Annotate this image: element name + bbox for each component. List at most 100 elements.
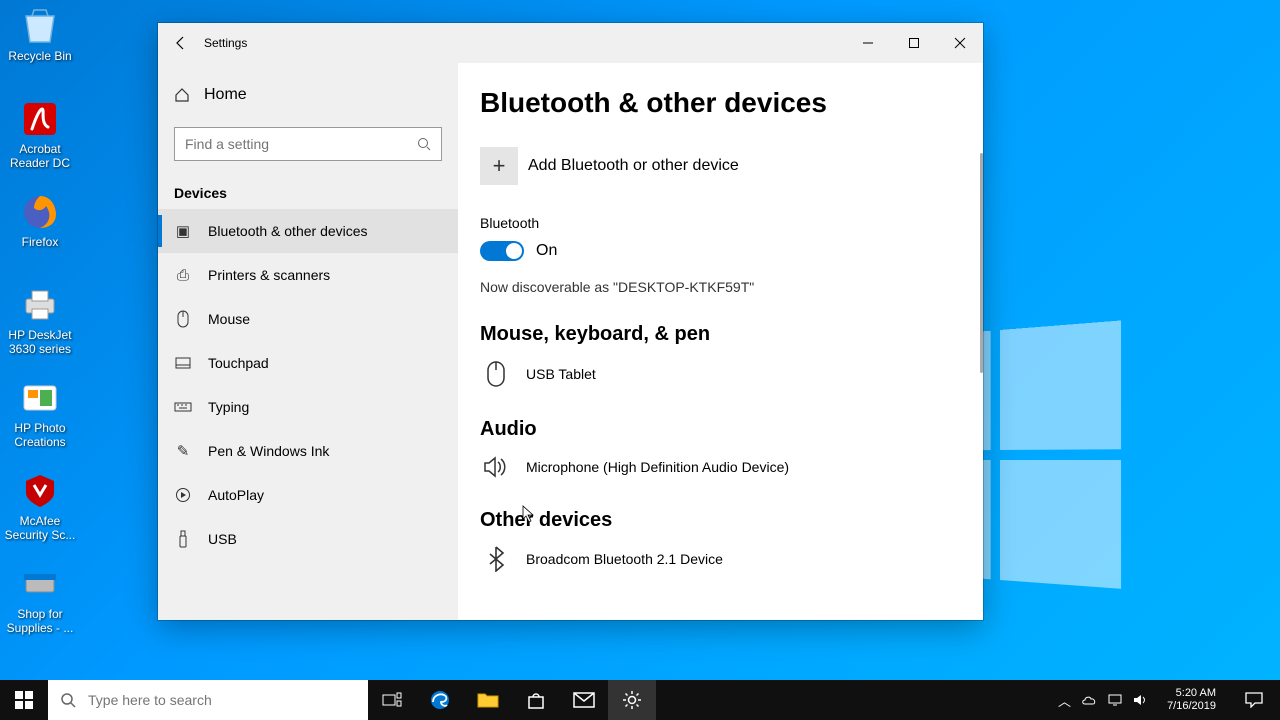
sidebar-section-title: Devices [158,171,458,209]
action-center-button[interactable] [1234,692,1274,708]
nav-label: Typing [208,399,249,415]
desktop-icon-label: HP DeskJet 3630 series [2,329,78,357]
device-label: USB Tablet [526,366,596,382]
taskbar-edge[interactable] [416,680,464,720]
taskbar-clock[interactable]: 5:20 AM 7/16/2019 [1159,687,1224,713]
home-icon [174,87,190,103]
nav-usb[interactable]: USB [158,517,458,561]
device-usb-tablet[interactable]: USB Tablet [480,356,983,418]
device-label: Broadcom Bluetooth 2.1 Device [526,551,723,567]
taskbar: ︿ 5:20 AM 7/16/2019 [0,680,1280,720]
acrobat-icon [18,97,62,141]
photo-creations-icon [18,376,62,420]
mouse-icon [482,360,510,388]
shop-icon [18,562,62,606]
nav-printers[interactable]: ⎙ Printers & scanners [158,253,458,297]
scrollbar[interactable] [980,153,983,373]
settings-search[interactable] [174,127,442,161]
bluetooth-toggle[interactable] [480,241,524,261]
desktop-icon-hp-deskjet[interactable]: HP DeskJet 3630 series [2,283,78,357]
taskbar-store[interactable] [512,680,560,720]
touchpad-icon [174,357,192,369]
maximize-button[interactable] [891,23,937,63]
add-device-label: Add Bluetooth or other device [528,157,739,175]
group-mouse-kb-pen: Mouse, keyboard, & pen [480,323,983,346]
desktop-icon-label: Acrobat Reader DC [2,143,78,171]
keyboard-icon [174,402,192,412]
nav-home[interactable]: Home [158,73,458,117]
printer-icon: ⎙ [174,267,192,284]
bluetooth-label: Bluetooth [480,215,983,231]
minimize-button[interactable] [845,23,891,63]
nav-bluetooth[interactable]: ▣ Bluetooth & other devices [158,209,458,253]
nav-label: AutoPlay [208,487,264,503]
nav-touchpad[interactable]: Touchpad [158,341,458,385]
add-device-button[interactable]: + Add Bluetooth or other device [480,147,983,185]
settings-sidebar: Home Devices ▣ Bluetooth & other devices… [158,63,458,620]
taskbar-settings[interactable] [608,680,656,720]
nav-label: Pen & Windows Ink [208,443,329,459]
usb-icon [174,530,192,548]
nav-label: Touchpad [208,355,269,371]
nav-mouse[interactable]: Mouse [158,297,458,341]
settings-search-input[interactable] [185,136,407,152]
desktop-icon-label: Recycle Bin [2,50,78,64]
desktop-icon-hp-photo[interactable]: HP Photo Creations [2,376,78,450]
plus-icon: + [480,147,518,185]
settings-window: Settings Home Devices ▣ Bluetooth & othe… [158,23,983,620]
group-audio: Audio [480,418,983,441]
pen-icon: ✎ [174,442,192,460]
taskbar-mail[interactable] [560,680,608,720]
settings-content: Bluetooth & other devices + Add Bluetoot… [458,63,983,620]
tray-onedrive-icon[interactable] [1081,694,1097,706]
desktop-icon-recycle-bin[interactable]: Recycle Bin [2,4,78,64]
clock-date: 7/16/2019 [1167,700,1216,713]
back-button[interactable] [158,23,204,63]
mcafee-icon [18,469,62,513]
nav-autoplay[interactable]: AutoPlay [158,473,458,517]
desktop-icon-acrobat[interactable]: Acrobat Reader DC [2,97,78,171]
device-label: Microphone (High Definition Audio Device… [526,459,789,475]
nav-home-label: Home [204,86,247,104]
window-title: Settings [204,36,247,50]
recycle-bin-icon [18,4,62,48]
bluetooth-icon [482,546,510,572]
autoplay-icon [174,487,192,503]
nav-pen[interactable]: ✎ Pen & Windows Ink [158,429,458,473]
titlebar: Settings [158,23,983,63]
desktop-icon-shop-supplies[interactable]: Shop for Supplies - ... [2,562,78,636]
printer-icon [18,283,62,327]
page-title: Bluetooth & other devices [480,87,983,119]
nav-label: Printers & scanners [208,267,330,283]
desktop-icon-label: Shop for Supplies - ... [2,608,78,636]
search-icon [60,692,76,708]
clock-time: 5:20 AM [1167,687,1216,700]
discoverable-text: Now discoverable as "DESKTOP-KTKF59T" [480,279,754,295]
taskbar-search-input[interactable] [88,692,356,708]
system-tray: ︿ 5:20 AM 7/16/2019 [1052,680,1280,720]
device-broadcom-bt[interactable]: Broadcom Bluetooth 2.1 Device [480,542,983,578]
taskbar-search[interactable] [48,680,368,720]
desktop-icon-mcafee[interactable]: McAfee Security Sc... [2,469,78,543]
task-view-button[interactable] [368,680,416,720]
nav-label: Mouse [208,311,250,327]
tray-chevron-up-icon[interactable]: ︿ [1058,691,1071,710]
taskbar-file-explorer[interactable] [464,680,512,720]
desktop-icon-label: McAfee Security Sc... [2,515,78,543]
start-button[interactable] [0,680,48,720]
desktop-icon-firefox[interactable]: Firefox [2,190,78,250]
search-icon [417,137,431,151]
tray-volume-icon[interactable] [1133,693,1149,707]
close-button[interactable] [937,23,983,63]
firefox-icon [18,190,62,234]
nav-label: Bluetooth & other devices [208,223,368,239]
group-other: Other devices [480,509,983,532]
mouse-icon [174,310,192,328]
nav-typing[interactable]: Typing [158,385,458,429]
bluetooth-devices-icon: ▣ [174,222,192,240]
nav-label: USB [208,531,237,547]
desktop-icon-label: HP Photo Creations [2,422,78,450]
device-microphone[interactable]: Microphone (High Definition Audio Device… [480,451,983,509]
tray-network-icon[interactable] [1107,693,1123,707]
speaker-icon [482,455,510,479]
